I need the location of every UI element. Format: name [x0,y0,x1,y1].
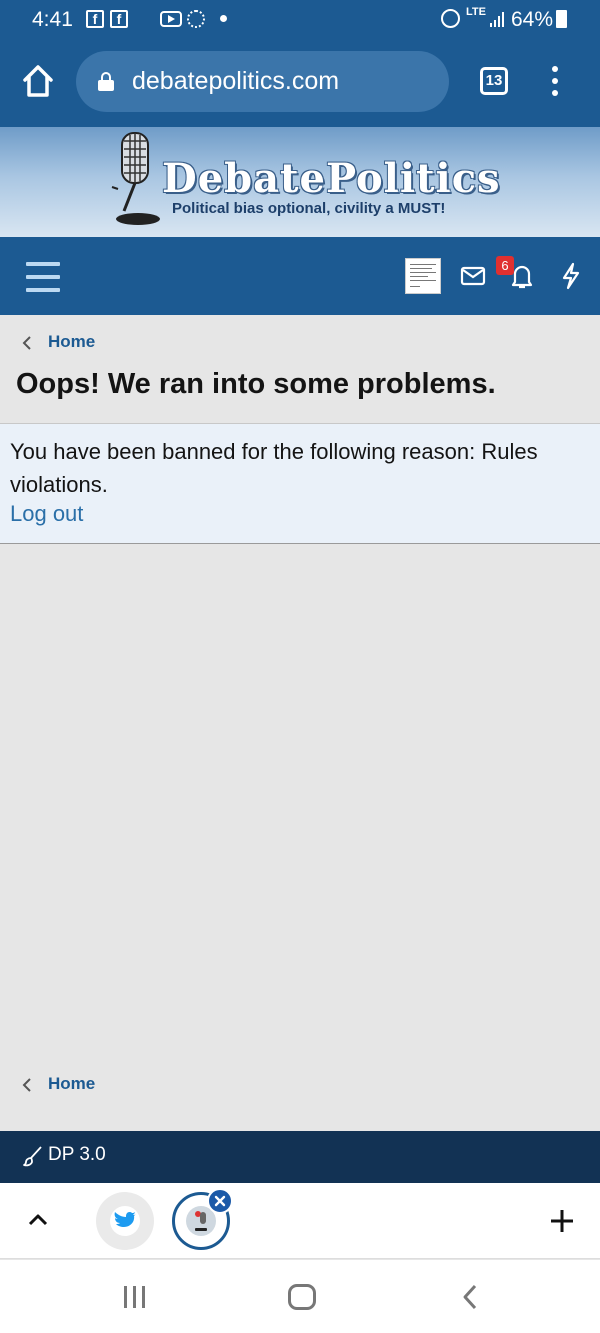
site-footer: DP 3.0 [0,1131,600,1183]
logout-link[interactable]: Log out [10,501,83,527]
twitter-tab[interactable] [96,1192,154,1250]
home-icon[interactable] [22,64,54,98]
user-avatar[interactable] [405,258,441,294]
chevron-left-icon [22,336,31,350]
inbox-icon[interactable] [458,261,488,291]
site-tagline: Political bias optional, civility a MUST… [172,200,446,217]
signal-icon [490,11,506,27]
recent-apps-icon[interactable] [122,1286,148,1308]
status-bar: 4:41 f f LTE 64% [0,0,600,40]
site-title: DebatePolitics [162,155,501,202]
site-banner[interactable]: DebatePolitics Political bias optional, … [0,127,600,237]
microphone-logo-icon [111,132,160,225]
battery-level: 64% [511,8,554,31]
alarm-icon [441,9,460,28]
lock-icon [98,72,114,91]
tab-switcher-button[interactable]: 13 [480,67,508,95]
new-tab-plus-icon[interactable] [548,1207,576,1235]
more-options-icon[interactable] [549,66,561,96]
ban-message: You have been banned for the following r… [10,439,538,497]
address-bar[interactable]: debatepolitics.com [76,51,449,112]
ban-notice: You have been banned for the following r… [0,424,600,544]
menu-icon[interactable] [26,262,60,292]
browser-chrome: 4:41 f f LTE 64% debatepolitics.com 13 [0,0,600,127]
paintbrush-icon [23,1146,42,1167]
page-title: Oops! We ran into some problems. [16,368,496,400]
home-button-icon[interactable] [288,1284,316,1310]
facebook-notification-icon: f [110,10,128,28]
breadcrumb-home-link[interactable]: Home [48,332,95,352]
close-tab-icon[interactable] [207,1188,233,1214]
battery-icon [556,10,567,28]
youtube-notification-icon [160,11,182,27]
chevron-left-icon [22,1078,31,1092]
style-chooser-link[interactable]: DP 3.0 [48,1144,106,1166]
browser-tab-bar [0,1183,600,1259]
sync-icon [187,10,205,28]
whats-new-bolt-icon[interactable] [556,261,586,291]
network-type: LTE [466,6,486,18]
back-icon[interactable] [460,1283,480,1311]
breadcrumb-home-link[interactable]: Home [48,1074,95,1094]
facebook-notification-icon: f [86,10,104,28]
twitter-bird-icon [114,1212,136,1227]
status-time: 4:41 [32,8,73,31]
chevron-up-icon[interactable] [26,1211,50,1227]
url-text: debatepolitics.com [132,67,340,95]
more-notifications-dot [220,15,227,22]
alerts-badge: 6 [496,256,514,275]
system-navigation-bar [0,1260,600,1333]
site-navbar: 6 [0,237,600,315]
site-favicon-icon [195,1211,207,1231]
